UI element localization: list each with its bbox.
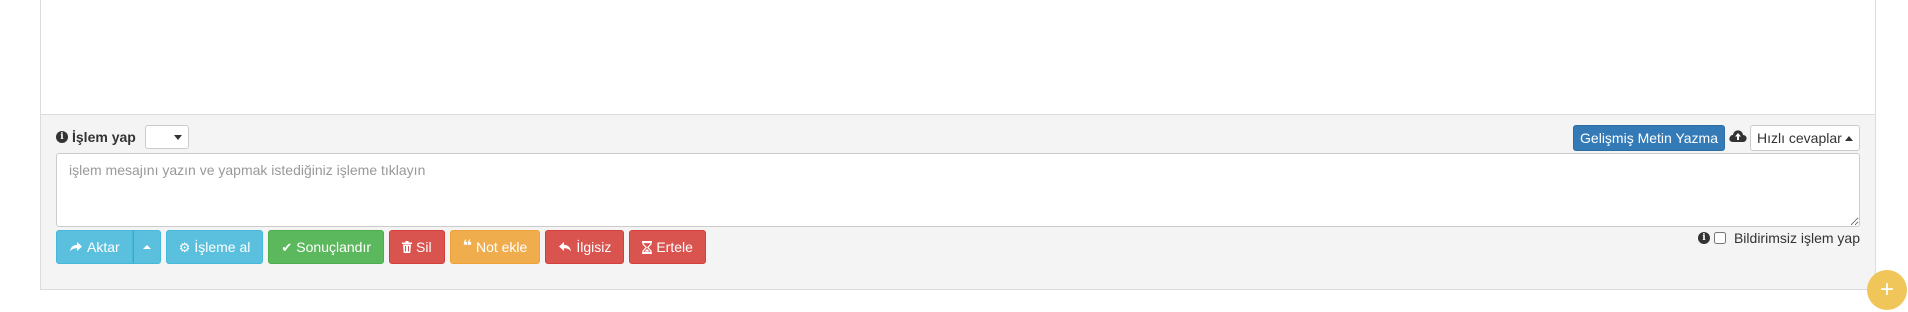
take-into-process-button[interactable]: ⚙ İşleme al	[165, 230, 264, 264]
caret-up-icon	[142, 245, 151, 249]
message-textarea[interactable]	[56, 153, 1860, 227]
action-header-row: i İşlem yap Gelişmiş Metin Yazma Hızlı c…	[56, 125, 1860, 151]
quick-replies-dropdown[interactable]: Hızlı cevaplar	[1750, 125, 1860, 151]
gear-icon: ⚙	[178, 239, 191, 255]
action-label: İşlem yap	[72, 129, 136, 145]
take-into-process-label: İşleme al	[194, 239, 251, 255]
conclude-button[interactable]: ✔ Sonuçlandır	[268, 230, 384, 264]
postpone-button[interactable]: Ertele	[629, 230, 706, 264]
postpone-label: Ertele	[656, 239, 693, 255]
add-note-button[interactable]: ❝ Not ekle	[449, 230, 541, 264]
cloud-upload-icon[interactable]	[1728, 128, 1748, 144]
irrelevant-button[interactable]: İlgisiz	[545, 230, 625, 264]
irrelevant-label: İlgisiz	[576, 239, 612, 255]
chevron-down-icon	[174, 135, 182, 140]
advanced-editor-button[interactable]: Gelişmiş Metin Yazma	[1573, 125, 1725, 151]
silent-operation-checkbox[interactable]	[1713, 232, 1726, 244]
info-icon: i	[56, 131, 68, 143]
panel-body	[41, 0, 1875, 114]
share-icon	[70, 242, 82, 252]
info-icon: i	[1697, 232, 1710, 244]
conclude-label: Sonuçlandır	[296, 239, 371, 255]
action-buttons: Aktar ⚙ İşleme al ✔ Sonuçlandır Sil ❝ No…	[56, 230, 706, 264]
add-note-label: Not ekle	[475, 239, 528, 255]
action-footer: i İşlem yap Gelişmiş Metin Yazma Hızlı c…	[41, 114, 1875, 289]
silent-operation-label: Bildirimsiz işlem yap	[1733, 230, 1860, 246]
transfer-button-group: Aktar	[56, 230, 161, 264]
quick-replies-label: Hızlı cevaplar	[1757, 130, 1842, 146]
check-icon: ✔	[281, 239, 293, 255]
transfer-button[interactable]: Aktar	[56, 230, 133, 264]
hourglass-icon	[642, 240, 653, 254]
ticket-panel: i İşlem yap Gelişmiş Metin Yazma Hızlı c…	[40, 0, 1876, 290]
message-wrapper	[56, 153, 1860, 227]
quote-icon: ❝	[462, 238, 472, 255]
silent-operation: i Bildirimsiz işlem yap	[1697, 230, 1860, 246]
delete-label: Sil	[416, 239, 432, 255]
transfer-label: Aktar	[87, 239, 120, 255]
floating-add-button[interactable]: +	[1867, 270, 1907, 310]
trash-icon	[402, 241, 412, 253]
action-type-select[interactable]	[145, 125, 189, 149]
reply-icon	[559, 242, 572, 252]
plus-icon: +	[1879, 276, 1894, 303]
action-label-group: i İşlem yap	[56, 129, 136, 145]
delete-button[interactable]: Sil	[389, 230, 445, 264]
page: i İşlem yap Gelişmiş Metin Yazma Hızlı c…	[0, 0, 1908, 312]
transfer-dropdown-toggle[interactable]	[132, 230, 161, 264]
chevron-up-icon	[1845, 136, 1853, 141]
